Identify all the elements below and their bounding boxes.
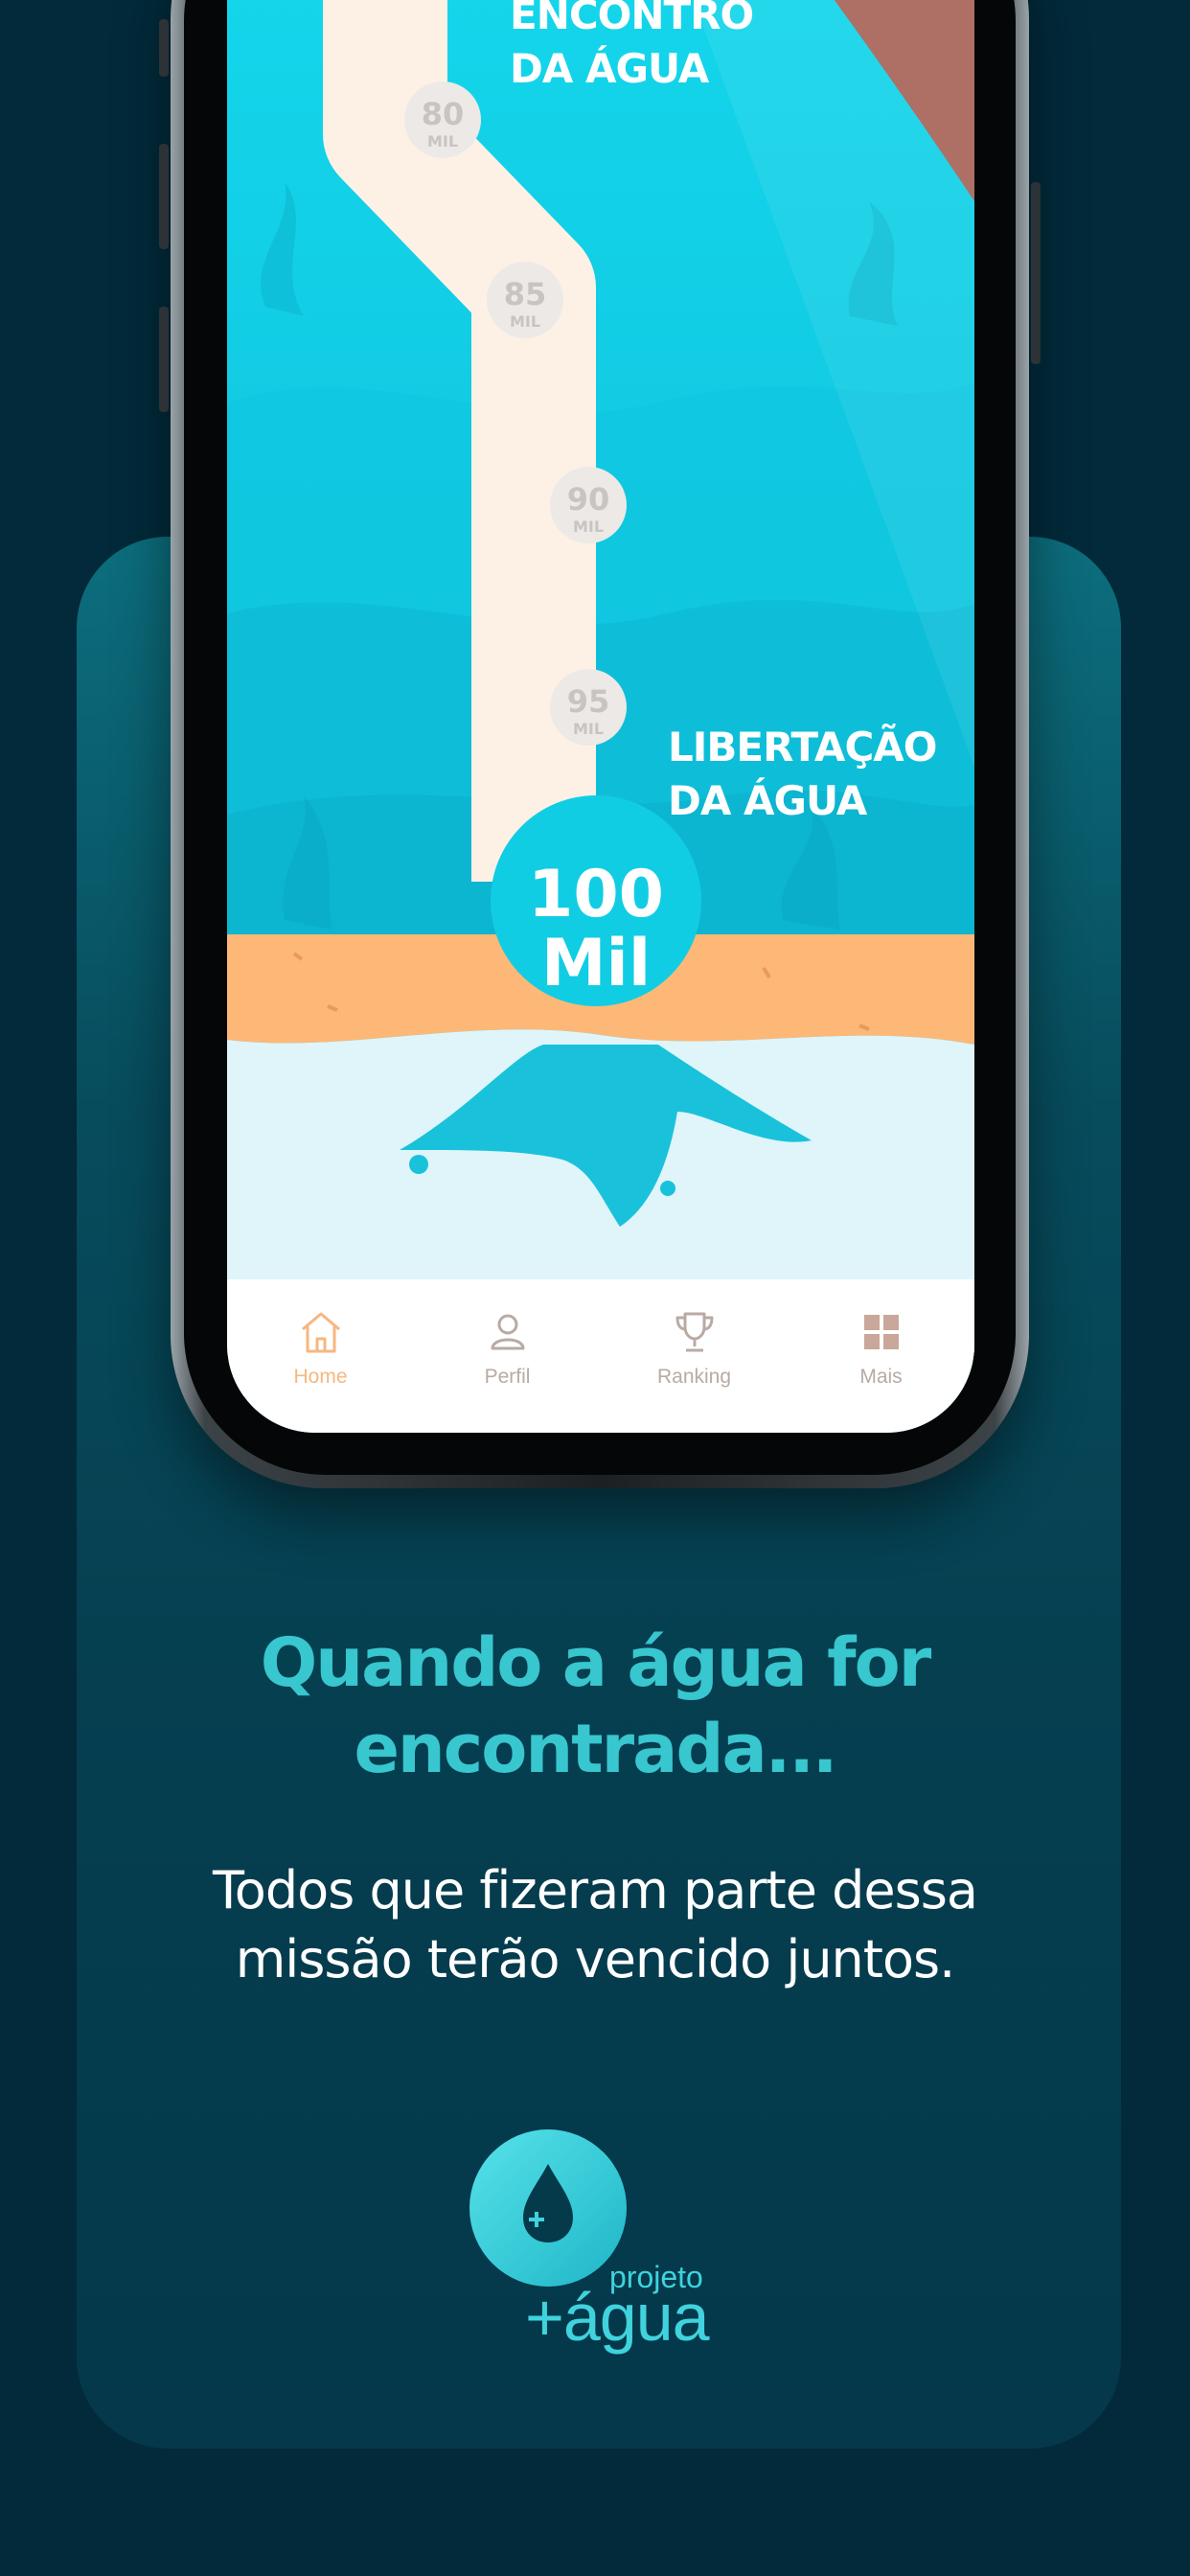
splash-drop — [619, 1168, 640, 1189]
svg-text:MIL: MIL — [427, 132, 458, 150]
milestone-marker: 90 MIL — [550, 467, 627, 543]
promo-subtext: Todos que fizeram parte dessa missão ter… — [0, 1856, 1190, 1994]
trophy-icon — [675, 1312, 713, 1352]
subtext-line: missão terão vencido juntos. — [235, 1929, 956, 1990]
svg-text:MIL: MIL — [573, 518, 604, 536]
tab-perfil[interactable]: Perfil — [441, 1308, 575, 1389]
svg-text:85: 85 — [504, 276, 547, 312]
grid-icon — [863, 1315, 899, 1349]
tab-label: Home — [293, 1366, 348, 1388]
logo-text-big: +água — [525, 2280, 710, 2355]
final-milestone-unit: Mil — [540, 926, 652, 1001]
splash-drop — [660, 1181, 675, 1196]
headline-line: Quando a água for — [260, 1623, 931, 1702]
milestone-title-encontro: ENCONTRO DA ÁGUA — [510, 0, 754, 96]
tab-mais[interactable]: Mais — [814, 1308, 949, 1389]
milestone-title-libertacao: LIBERTAÇÃO DA ÁGUA — [668, 721, 937, 828]
milestone-title-line: ENCONTRO — [510, 0, 754, 38]
phone-power-button — [1031, 182, 1041, 364]
tab-label: Perfil — [484, 1366, 531, 1388]
svg-text:80: 80 — [422, 96, 465, 132]
phone-volume-up — [159, 144, 169, 249]
final-milestone-label: 100 Mil — [491, 861, 701, 999]
svg-text:MIL: MIL — [573, 720, 604, 738]
app-screen: 80 MIL 85 MIL 90 MIL 95 MIL ENCONTRO DA … — [227, 0, 974, 1433]
splash-drop — [409, 1155, 428, 1174]
milestone-title-line: DA ÁGUA — [668, 777, 867, 824]
milestone-title-line: DA ÁGUA — [510, 45, 709, 92]
svg-text:MIL: MIL — [510, 312, 540, 331]
milestone-marker: 85 MIL — [487, 262, 563, 338]
milestone-marker: 80 MIL — [404, 81, 481, 158]
svg-text:90: 90 — [567, 481, 610, 518]
promo-headline: Quando a água for encontrada... — [0, 1620, 1190, 1792]
home-icon — [301, 1312, 340, 1353]
phone-volume-down — [159, 307, 169, 412]
water-drop-icon — [523, 2164, 573, 2242]
tab-ranking[interactable]: Ranking — [628, 1308, 762, 1389]
subtext-line: Todos que fizeram parte dessa — [213, 1860, 978, 1920]
tab-label: Mais — [859, 1366, 903, 1388]
mission-map: 80 MIL 85 MIL 90 MIL 95 MIL — [227, 0, 974, 1433]
svg-text:95: 95 — [567, 683, 610, 720]
tab-home[interactable]: Home — [254, 1308, 388, 1389]
tab-bar: Home Perfil Ranking Mais — [227, 1279, 974, 1433]
tab-label: Ranking — [656, 1366, 732, 1388]
logo-circle — [469, 2129, 627, 2287]
phone-side-button — [159, 19, 169, 77]
final-milestone-number: 100 — [528, 857, 664, 932]
user-icon — [491, 1314, 524, 1350]
headline-line: encontrada... — [354, 1710, 837, 1788]
milestone-title-line: LIBERTAÇÃO — [668, 724, 937, 770]
milestone-marker: 95 MIL — [550, 669, 627, 746]
